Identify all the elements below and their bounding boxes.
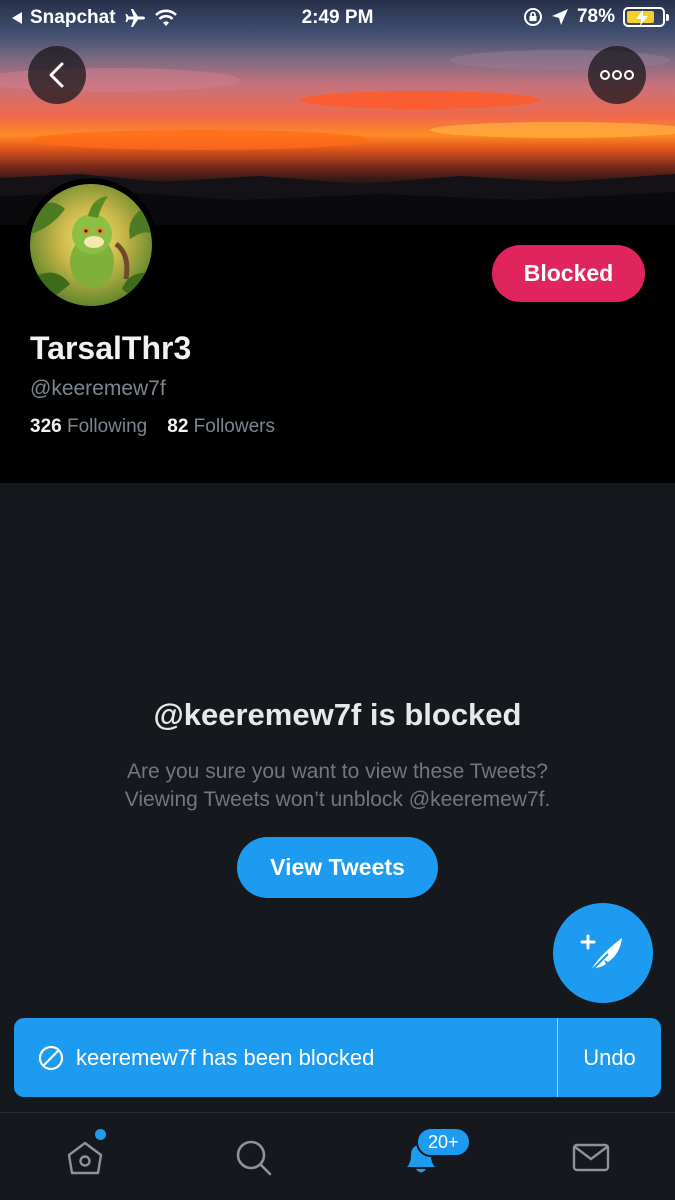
compose-tweet-button[interactable] bbox=[553, 903, 653, 1003]
notifications-badge: 20+ bbox=[416, 1127, 471, 1157]
compose-feather-icon bbox=[580, 934, 622, 973]
screen: Snapchat 2:49 PM 78% Blocked TarsalThr3 … bbox=[0, 0, 675, 1200]
profile-stats: 326 Following 82 Followers bbox=[30, 416, 275, 438]
followers-count: 82 bbox=[167, 416, 189, 437]
home-icon bbox=[67, 1141, 103, 1175]
blocked-button[interactable]: Blocked bbox=[492, 245, 645, 302]
tab-bar bbox=[0, 1112, 675, 1200]
display-name: TarsalThr3 bbox=[30, 330, 192, 366]
more-options-button[interactable] bbox=[588, 46, 646, 104]
following-stat[interactable]: 326 Following bbox=[30, 416, 147, 438]
followers-stat[interactable]: 82 Followers bbox=[167, 416, 275, 438]
following-label: Following bbox=[66, 416, 148, 437]
undo-button[interactable]: Undo bbox=[558, 1045, 661, 1071]
followers-label: Followers bbox=[193, 416, 275, 437]
home-unread-dot bbox=[95, 1129, 106, 1140]
profile-handle: @keeremew7f bbox=[30, 377, 166, 400]
toast-message-area: keeremew7f has been blocked bbox=[14, 1045, 557, 1071]
toast-message: keeremew7f has been blocked bbox=[76, 1044, 375, 1070]
avatar[interactable] bbox=[24, 178, 158, 312]
back-button[interactable] bbox=[28, 46, 86, 104]
location-icon bbox=[551, 9, 568, 25]
tab-home[interactable] bbox=[63, 1135, 107, 1179]
rotation-lock-icon bbox=[523, 8, 542, 26]
tab-search[interactable] bbox=[231, 1135, 275, 1179]
block-icon bbox=[38, 1045, 64, 1070]
battery-percent: 78% bbox=[576, 6, 615, 27]
blocked-description: Are you sure you want to view these Twee… bbox=[0, 758, 675, 814]
battery-icon bbox=[623, 7, 669, 27]
status-bar: Snapchat 2:49 PM 78% bbox=[0, 0, 675, 38]
avatar-image bbox=[30, 196, 152, 306]
blocked-description-line2: Viewing Tweets won’t unblock @keeremew7f… bbox=[124, 788, 551, 811]
blocked-description-line1: Are you sure you want to view these Twee… bbox=[126, 760, 548, 783]
following-count: 326 bbox=[30, 416, 62, 437]
blocked-title: @keeremew7f is blocked bbox=[153, 697, 522, 732]
view-tweets-button[interactable]: View Tweets bbox=[237, 837, 438, 898]
status-right: 78% bbox=[523, 6, 669, 28]
messages-icon bbox=[572, 1143, 610, 1172]
search-icon bbox=[236, 1140, 272, 1176]
tab-messages[interactable] bbox=[569, 1135, 613, 1179]
more-dots-icon bbox=[600, 70, 634, 80]
chevron-left-icon bbox=[49, 62, 64, 88]
blocked-toast: keeremew7f has been blocked Undo bbox=[14, 1018, 661, 1097]
